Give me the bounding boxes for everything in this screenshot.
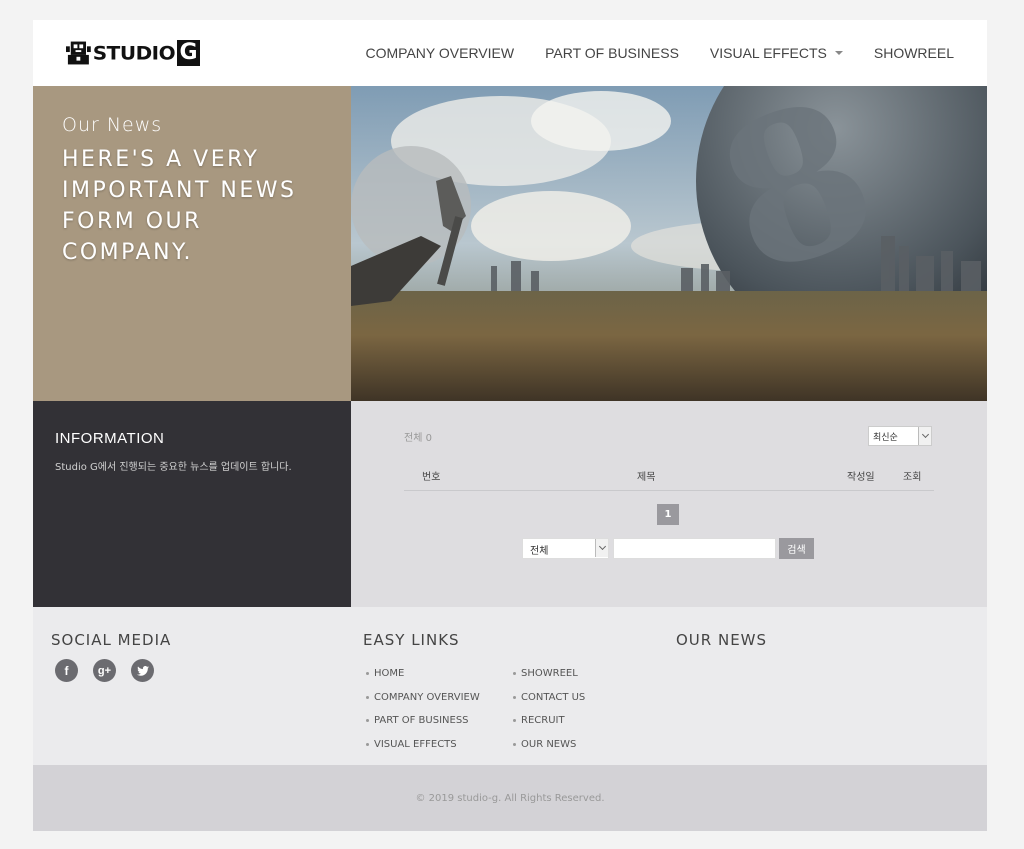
footer-link-contact-us[interactable]: CONTACT US: [513, 686, 585, 710]
nav-part-of-business[interactable]: PART OF BUSINESS: [545, 45, 679, 61]
ruined-city-planet-illustration: 8: [351, 86, 987, 401]
table-header: 번호 제목 작성일 조회: [404, 461, 934, 491]
footer-link-home[interactable]: HOME: [366, 662, 480, 686]
select-arrow: [918, 427, 931, 445]
footer-link-part-of-business[interactable]: PART OF BUSINESS: [366, 709, 480, 733]
studio-g-logo[interactable]: STUDIO G: [66, 39, 200, 67]
easy-links-col2: SHOWREEL CONTACT US RECRUIT OUR NEWS: [513, 662, 585, 756]
hero-title: HERE'S A VERY IMPORTANT NEWS FORM OUR CO…: [62, 147, 297, 265]
bullet: [366, 719, 369, 723]
copyright-text: © 2019 studio-g. All Rights Reserved.: [415, 792, 605, 804]
our-news-title: OUR NEWS: [676, 631, 768, 649]
footer-link-recruit[interactable]: RECRUIT: [513, 709, 585, 733]
link-label: VISUAL EFFECTS: [374, 738, 457, 750]
footer-link-visual-effects[interactable]: VISUAL EFFECTS: [366, 733, 480, 757]
robot-logo-icon: [66, 41, 91, 65]
twitter-icon[interactable]: [131, 659, 154, 682]
nav-label: SHOWREEL: [873, 45, 954, 61]
chevron-down-icon: [598, 542, 606, 551]
footer-link-company-overview[interactable]: COMPANY OVERVIEW: [366, 686, 480, 710]
link-label: CONTACT US: [521, 691, 586, 703]
easy-links-col1: HOME COMPANY OVERVIEW PART OF BUSINESS V…: [366, 662, 480, 756]
bullet: [366, 695, 369, 699]
page-number-button[interactable]: 1: [657, 504, 679, 525]
sort-select[interactable]: 최신순: [868, 426, 932, 446]
nav-visual-effects[interactable]: VISUAL EFFECTS: [710, 45, 843, 61]
search-input[interactable]: [613, 538, 776, 559]
hero-text-panel: Our News HERE'S A VERY IMPORTANT NEWS FO…: [33, 86, 351, 401]
easy-links-title: EASY LINKS: [363, 631, 460, 649]
hero-section: Our News HERE'S A VERY IMPORTANT NEWS FO…: [33, 86, 987, 401]
page-container: STUDIO G COMPANY OVERVIEW PART OF BUSINE…: [33, 20, 987, 831]
col-date: 작성일: [847, 472, 875, 483]
logo-g-block: G: [177, 40, 200, 66]
main-nav: COMPANY OVERVIEW PART OF BUSINESS VISUAL…: [335, 20, 955, 86]
info-description: Studio G에서 진행되는 중요한 뉴스를 업데이트 합니다.: [55, 462, 292, 473]
col-number: 번호: [422, 472, 441, 483]
google-plus-icon[interactable]: g+: [93, 659, 116, 682]
hero-subtitle: Our News: [62, 114, 163, 136]
col-title: 제목: [637, 472, 656, 483]
col-views: 조회: [903, 472, 922, 483]
nav-company-overview[interactable]: COMPANY OVERVIEW: [366, 45, 515, 61]
info-title: INFORMATION: [55, 430, 165, 447]
link-label: OUR NEWS: [521, 738, 577, 750]
footer-link-our-news[interactable]: OUR NEWS: [513, 733, 585, 757]
nav-label: COMPANY OVERVIEW: [365, 45, 515, 61]
search-button[interactable]: 검색: [779, 538, 814, 559]
bullet: [513, 672, 516, 676]
nav-label: VISUAL EFFECTS: [709, 45, 827, 61]
site-header: STUDIO G COMPANY OVERVIEW PART OF BUSINE…: [33, 20, 987, 86]
logo-wordmark: STUDIO: [92, 41, 176, 65]
search-scope-select[interactable]: 전체: [522, 538, 609, 559]
caret-down-icon: [834, 51, 843, 55]
link-label: RECRUIT: [521, 715, 565, 727]
copyright-bar: © 2019 studio-g. All Rights Reserved.: [33, 765, 987, 831]
social-icons: f g+: [55, 659, 169, 682]
link-label: HOME: [374, 668, 405, 680]
bullet: [513, 719, 516, 723]
twitter-bird-glyph: [136, 665, 149, 676]
footer-link-showreel[interactable]: SHOWREEL: [513, 662, 585, 686]
bullet: [366, 742, 369, 746]
nav-showreel[interactable]: SHOWREEL: [874, 45, 954, 61]
total-count: 전체 0: [404, 433, 432, 444]
social-media-title: SOCIAL MEDIA: [51, 631, 172, 649]
hero-image: 8: [351, 86, 987, 401]
search-scope-value: 전체: [530, 546, 549, 557]
site-footer: SOCIAL MEDIA f g+ EASY LINKS HOME COMPAN…: [33, 607, 987, 765]
select-arrow: [595, 539, 608, 557]
bullet: [366, 672, 369, 676]
link-label: SHOWREEL: [521, 668, 578, 680]
facebook-icon[interactable]: f: [55, 659, 78, 682]
news-board: 전체 0 최신순 번호 제목 작성일 조회 1 전체 검색: [351, 401, 987, 607]
bullet: [513, 695, 516, 699]
chevron-down-icon: [921, 430, 929, 439]
nav-label: PART OF BUSINESS: [545, 45, 679, 61]
link-label: PART OF BUSINESS: [374, 715, 469, 727]
content-section: INFORMATION Studio G에서 진행되는 중요한 뉴스를 업데이트…: [33, 401, 987, 607]
bullet: [513, 742, 516, 746]
information-panel: INFORMATION Studio G에서 진행되는 중요한 뉴스를 업데이트…: [33, 401, 351, 607]
sort-selected-value: 최신순: [873, 432, 898, 443]
link-label: COMPANY OVERVIEW: [374, 691, 480, 703]
